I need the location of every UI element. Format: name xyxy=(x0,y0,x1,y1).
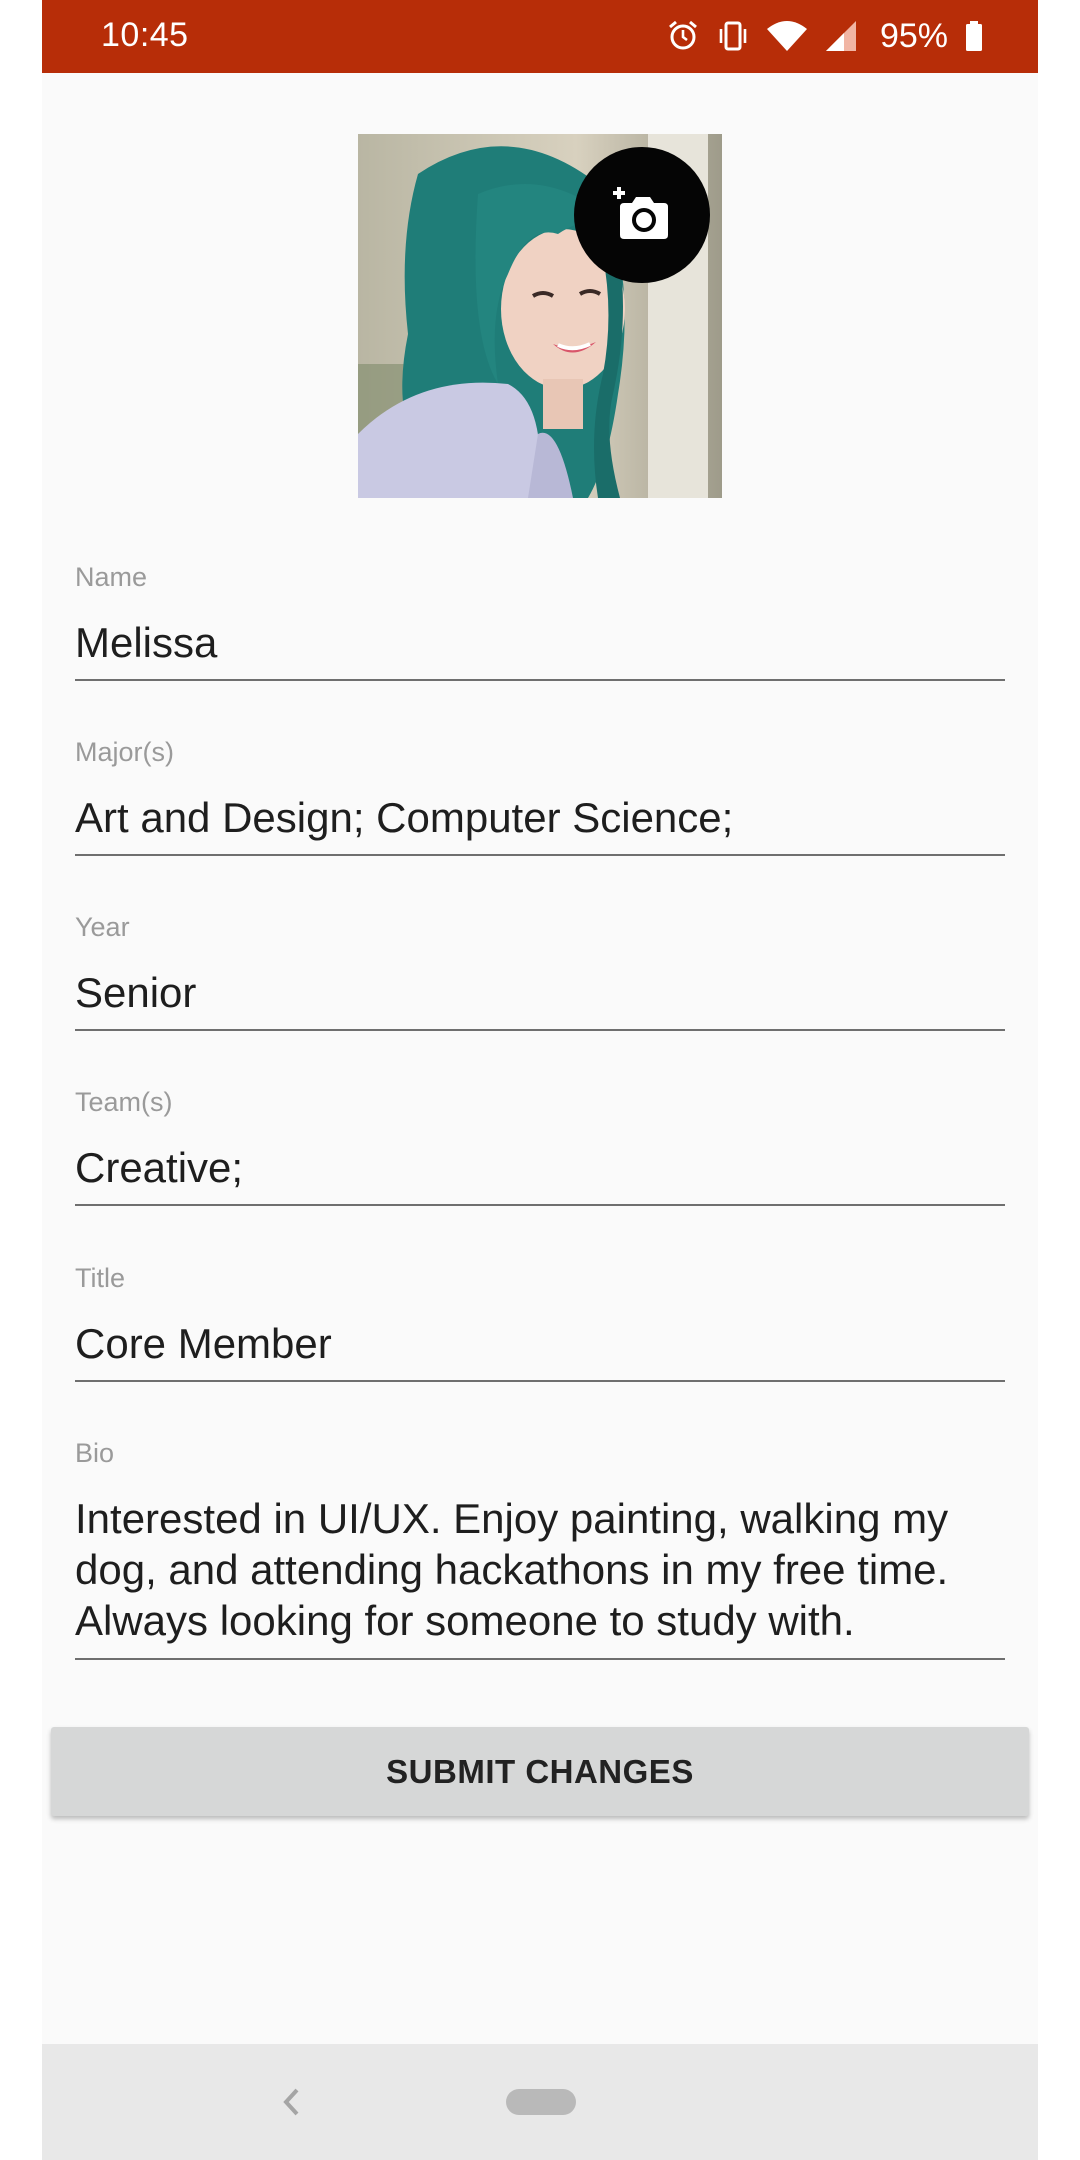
bio-input[interactable]: Interested in UI/UX. Enjoy painting, wal… xyxy=(75,1470,1005,1660)
title-field[interactable]: Title Core Member xyxy=(75,1261,1005,1382)
add-photo-camera-icon xyxy=(612,185,672,246)
majors-label: Major(s) xyxy=(75,737,174,767)
title-input[interactable]: Core Member xyxy=(75,1295,1005,1382)
battery-icon xyxy=(964,19,984,53)
home-pill-icon[interactable] xyxy=(506,2089,576,2115)
teams-label: Team(s) xyxy=(75,1087,173,1117)
submit-changes-button[interactable]: SUBMIT CHANGES xyxy=(51,1727,1029,1816)
back-icon[interactable] xyxy=(280,2082,302,2127)
name-label: Name xyxy=(75,562,148,592)
status-bar: 10:45 95% xyxy=(42,0,1038,73)
change-photo-button[interactable] xyxy=(574,147,710,283)
battery-percentage: 95% xyxy=(879,16,948,55)
majors-input[interactable]: Art and Design; Computer Science; xyxy=(75,769,1005,856)
phone-screen: 10:45 95% Name Melissa Major(s) Art and … xyxy=(42,0,1038,2160)
majors-field[interactable]: Major(s) Art and Design; Computer Scienc… xyxy=(75,735,1005,856)
navigation-bar xyxy=(42,2044,1038,2160)
name-field[interactable]: Name Melissa xyxy=(75,560,1005,681)
year-input[interactable]: Senior xyxy=(75,944,1005,1031)
wifi-icon xyxy=(766,19,808,53)
teams-field[interactable]: Team(s) Creative; xyxy=(75,1085,1005,1206)
teams-input[interactable]: Creative; xyxy=(75,1119,1005,1206)
vibrate-icon xyxy=(716,19,750,53)
alarm-icon xyxy=(666,19,700,53)
status-time: 10:45 xyxy=(101,16,189,54)
year-label: Year xyxy=(75,912,130,942)
year-field[interactable]: Year Senior xyxy=(75,910,1005,1031)
name-input[interactable]: Melissa xyxy=(75,594,1005,681)
title-label: Title xyxy=(75,1263,126,1293)
bio-field[interactable]: Bio Interested in UI/UX. Enjoy painting,… xyxy=(75,1436,1005,1660)
signal-icon xyxy=(824,19,858,53)
status-icons: 95% xyxy=(666,14,984,58)
bio-label: Bio xyxy=(75,1438,115,1468)
